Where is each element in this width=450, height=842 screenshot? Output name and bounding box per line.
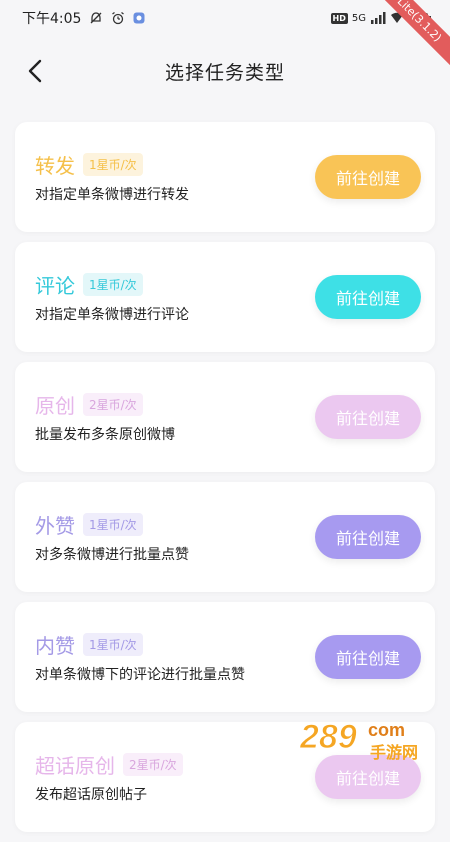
create-external-like-task-button[interactable]: 前往创建 — [315, 515, 421, 559]
task-card-original: 原创 2星币/次 批量发布多条原创微博 前往创建 — [15, 362, 435, 472]
task-title: 内赞 — [35, 634, 75, 658]
card-title-row: 外赞 1星币/次 — [35, 510, 143, 539]
network-label: 5G — [351, 12, 366, 24]
status-left: 下午4:05 — [22, 8, 145, 28]
watermark-sub: 手游网 — [370, 743, 418, 762]
task-description: 对指定单条微博进行评论 — [35, 307, 189, 323]
site-watermark-logo: 289 com 手游网 — [299, 718, 419, 763]
task-description: 对多条微博进行批量点赞 — [35, 547, 189, 563]
signal-icon — [370, 12, 386, 24]
back-button[interactable] — [20, 56, 50, 86]
price-tag: 1星币/次 — [83, 633, 143, 656]
create-forward-task-button[interactable]: 前往创建 — [315, 155, 421, 199]
card-title-row: 原创 2星币/次 — [35, 390, 143, 419]
app-notification-icon — [133, 12, 145, 24]
watermark-suffix: com — [368, 720, 405, 740]
watermark-number: 289 — [299, 718, 357, 756]
status-bar: 下午4:05 HD 5G — [0, 0, 450, 36]
chevron-left-icon — [28, 59, 42, 83]
header: 选择任务类型 — [0, 36, 450, 106]
price-tag: 2星币/次 — [123, 753, 183, 776]
task-card-forward: 转发 1星币/次 对指定单条微博进行转发 前往创建 — [15, 122, 435, 232]
hd-badge: HD — [330, 12, 348, 24]
status-time: 下午4:05 — [22, 11, 82, 27]
task-title: 原创 — [35, 394, 75, 418]
task-card-external-like: 外赞 1星币/次 对多条微博进行批量点赞 前往创建 — [15, 482, 435, 592]
dnd-off-icon — [89, 11, 103, 25]
task-title: 转发 — [35, 154, 75, 178]
task-card-internal-like: 内赞 1星币/次 对单条微博下的评论进行批量点赞 前往创建 — [15, 602, 435, 712]
task-title: 外赞 — [35, 514, 75, 538]
task-card-comment: 评论 1星币/次 对指定单条微博进行评论 前往创建 — [15, 242, 435, 352]
create-comment-task-button[interactable]: 前往创建 — [315, 275, 421, 319]
price-tag: 1星币/次 — [83, 153, 143, 176]
task-description: 对单条微博下的评论进行批量点赞 — [35, 667, 245, 683]
card-title-row: 内赞 1星币/次 — [35, 630, 143, 659]
price-tag: 1星币/次 — [83, 273, 143, 296]
price-tag: 2星币/次 — [83, 393, 143, 416]
task-description: 批量发布多条原创微博 — [35, 427, 175, 443]
task-description: 对指定单条微博进行转发 — [35, 187, 189, 203]
task-description: 发布超话原创帖子 — [35, 787, 147, 803]
create-internal-like-task-button[interactable]: 前往创建 — [315, 635, 421, 679]
create-original-task-button[interactable]: 前往创建 — [315, 395, 421, 439]
card-title-row: 评论 1星币/次 — [35, 270, 143, 299]
alarm-icon — [111, 11, 125, 25]
card-title-row: 转发 1星币/次 — [35, 150, 143, 179]
card-title-row: 超话原创 2星币/次 — [35, 750, 183, 779]
price-tag: 1星币/次 — [83, 513, 143, 536]
task-title: 评论 — [35, 274, 75, 298]
page-title: 选择任务类型 — [164, 61, 285, 84]
task-title: 超话原创 — [35, 754, 115, 778]
